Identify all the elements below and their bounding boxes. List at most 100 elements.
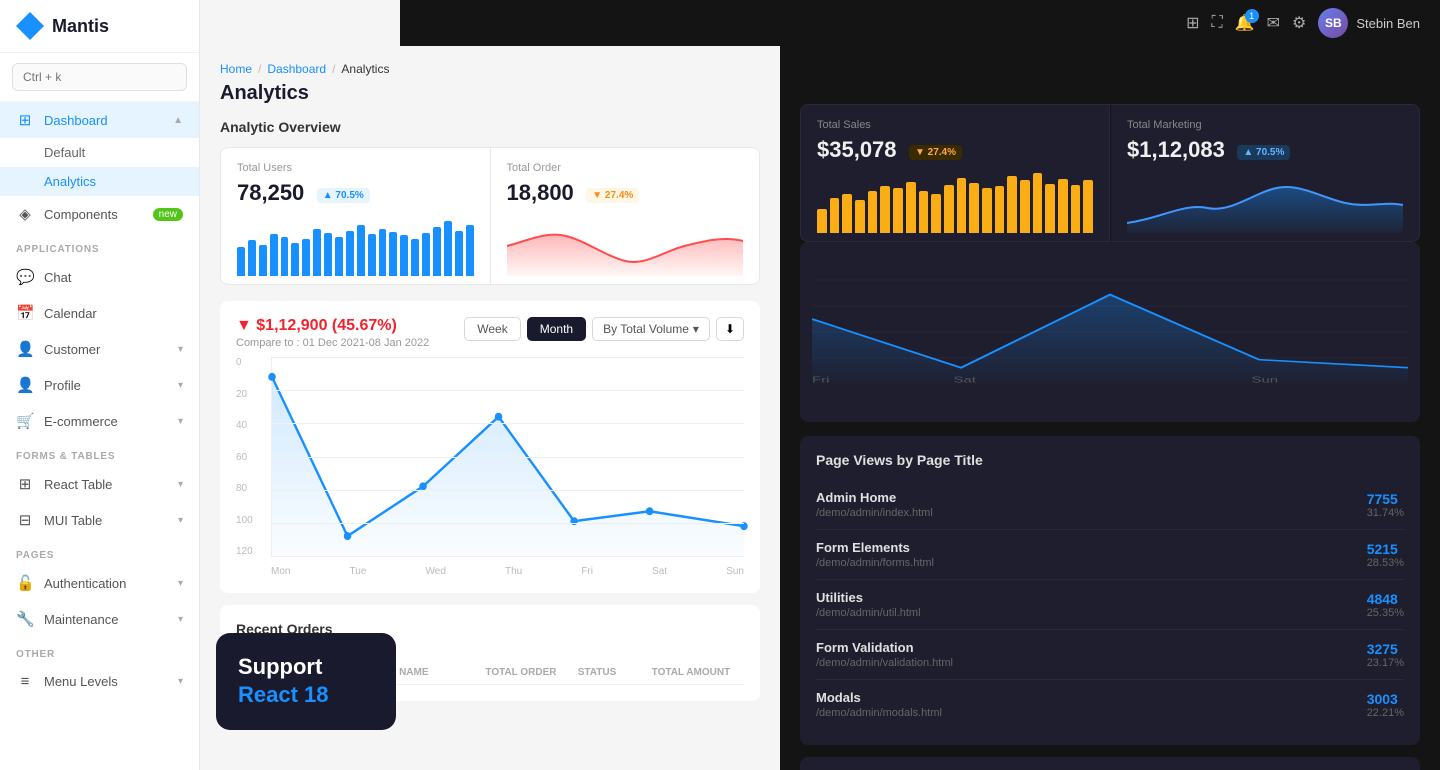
components-icon: ◈ <box>16 205 34 223</box>
fullscreen-icon[interactable]: ⛶ <box>1212 14 1223 32</box>
sidebar-item-profile[interactable]: 👤 Profile ▾ <box>0 367 199 403</box>
settings-icon[interactable]: ⚙ <box>1292 13 1306 33</box>
content-wrapper: Home / Dashboard / Analytics Analytics A… <box>200 0 1440 770</box>
bar <box>1033 173 1043 233</box>
sidebar-item-ecommerce[interactable]: 🛒 E-commerce ▾ <box>0 403 199 439</box>
sidebar-item-menu-levels[interactable]: ≡ Menu Levels ▾ <box>0 664 199 699</box>
col-status: STATUS <box>578 667 652 678</box>
bar <box>281 237 289 276</box>
bar <box>919 191 929 233</box>
card-value-row: 78,250 ▲ 70.5% <box>237 180 474 206</box>
volume-select[interactable]: By Total Volume ▾ <box>592 317 710 341</box>
area-chart-svg <box>507 216 744 276</box>
page-view-item: Form Validation /demo/admin/validation.h… <box>816 630 1404 680</box>
sidebar-item-analytics[interactable]: Analytics <box>0 167 199 196</box>
month-btn[interactable]: Month <box>527 317 586 341</box>
sidebar-search-container <box>0 53 199 102</box>
col-amount: TOTAL AMOUNT <box>652 667 744 678</box>
pv-url: /demo/admin/validation.html <box>816 657 1367 669</box>
logo-icon <box>16 12 44 40</box>
notification-badge: 1 <box>1245 9 1259 23</box>
bar <box>324 233 332 276</box>
pv-url: /demo/admin/forms.html <box>816 557 1367 569</box>
pv-title: Modals <box>816 690 1367 705</box>
page-title: Analytics <box>220 82 760 105</box>
sidebar-item-default[interactable]: Default <box>0 138 199 167</box>
sidebar-logo[interactable]: Mantis <box>0 0 199 53</box>
section-label-applications: Applications <box>0 232 199 259</box>
week-btn[interactable]: Week <box>464 317 520 341</box>
bar <box>969 183 979 233</box>
sidebar-item-react-table[interactable]: ⊞ React Table ▾ <box>0 466 199 502</box>
pv-info: Form Elements /demo/admin/forms.html <box>816 540 1367 569</box>
section-label-pages: Pages <box>0 538 199 565</box>
svg-text:Fri: Fri <box>812 375 829 384</box>
page-views-section: Page Views by Page Title Admin Home /dem… <box>800 436 1420 745</box>
sidebar-item-components[interactable]: ◈ Components new <box>0 196 199 232</box>
sidebar-item-calendar[interactable]: 📅 Calendar <box>0 295 199 331</box>
page-view-item: Modals /demo/admin/modals.html 3003 22.2… <box>816 680 1404 729</box>
pv-info: Admin Home /demo/admin/index.html <box>816 490 1367 519</box>
bar <box>1058 179 1068 233</box>
bar <box>868 191 878 233</box>
sidebar-item-mui-table[interactable]: ⊟ MUI Table ▾ <box>0 502 199 538</box>
pv-title: Utilities <box>816 590 1367 605</box>
bar <box>302 239 310 276</box>
bar-chart-sales <box>817 173 1093 233</box>
bar <box>995 186 1005 233</box>
pv-url: /demo/admin/index.html <box>816 507 1367 519</box>
bar <box>906 182 916 233</box>
card-label: Total Users <box>237 162 474 174</box>
card-badge: ▼ 27.4% <box>909 145 962 160</box>
pv-url: /demo/admin/util.html <box>816 607 1367 619</box>
dashboard-icon: ⊞ <box>16 111 34 129</box>
support-text: Support React 18 <box>238 653 374 710</box>
card-label: Total Sales <box>817 119 1093 131</box>
card-value: $35,078 <box>817 137 897 162</box>
profile-icon: 👤 <box>16 376 34 394</box>
bar <box>1071 185 1081 233</box>
sidebar-item-maintenance[interactable]: 🔧 Maintenance ▾ <box>0 601 199 637</box>
bar <box>842 194 852 233</box>
pv-stats: 7755 31.74% <box>1367 491 1404 519</box>
dark-cards: Total Sales $35,078 ▼ 27.4% <box>800 104 1420 242</box>
chevron-down-icon2: ▾ <box>178 380 183 391</box>
bar <box>893 188 903 233</box>
bar <box>422 233 430 276</box>
sidebar-item-dashboard[interactable]: ⊞ Dashboard ▲ <box>0 102 199 138</box>
mail-icon[interactable]: ✉ <box>1267 13 1280 33</box>
sidebar-item-authentication[interactable]: 🔓 Authentication ▾ <box>0 565 199 601</box>
card-total-users: Total Users 78,250 ▲ 70.5% <box>220 147 491 285</box>
sidebar-item-chat[interactable]: 💬 Chat <box>0 259 199 295</box>
customer-icon: 👤 <box>16 340 34 358</box>
sidebar-item-label: Calendar <box>44 306 97 321</box>
user-avatar[interactable]: SB Stebin Ben <box>1318 8 1420 38</box>
download-btn[interactable]: ⬇ <box>716 317 744 341</box>
pv-stats: 4848 25.35% <box>1367 591 1404 619</box>
sidebar-item-customer[interactable]: 👤 Customer ▾ <box>0 331 199 367</box>
pv-pct: 23.17% <box>1367 657 1404 669</box>
pv-title: Form Elements <box>816 540 1367 555</box>
apps-icon[interactable]: ⊞ <box>1186 13 1199 33</box>
search-input[interactable] <box>12 63 187 91</box>
notification-icon[interactable]: 🔔 1 <box>1235 13 1255 33</box>
bar <box>855 200 865 233</box>
breadcrumb-dashboard[interactable]: Dashboard <box>267 62 326 76</box>
page-view-item: Utilities /demo/admin/util.html 4848 25.… <box>816 580 1404 630</box>
bar <box>291 243 299 276</box>
chevron-down-icon4: ▾ <box>178 479 183 490</box>
card-value-row: $35,078 ▼ 27.4% <box>817 137 1093 163</box>
pv-title: Form Validation <box>816 640 1367 655</box>
sidebar-item-label: Components <box>44 207 118 222</box>
sidebar-item-label: Chat <box>44 270 71 285</box>
pv-info: Utilities /demo/admin/util.html <box>816 590 1367 619</box>
income-value: ▼ $1,12,900 (45.67%) <box>236 317 429 335</box>
bar <box>957 178 967 233</box>
support-popup[interactable]: Support React 18 <box>216 633 396 730</box>
bar <box>931 194 941 233</box>
breadcrumb-home[interactable]: Home <box>220 62 252 76</box>
pv-pct: 28.53% <box>1367 557 1404 569</box>
marketing-area-svg <box>1127 173 1403 233</box>
card-badge: ▲ 70.5% <box>317 188 370 203</box>
ecommerce-icon: 🛒 <box>16 412 34 430</box>
